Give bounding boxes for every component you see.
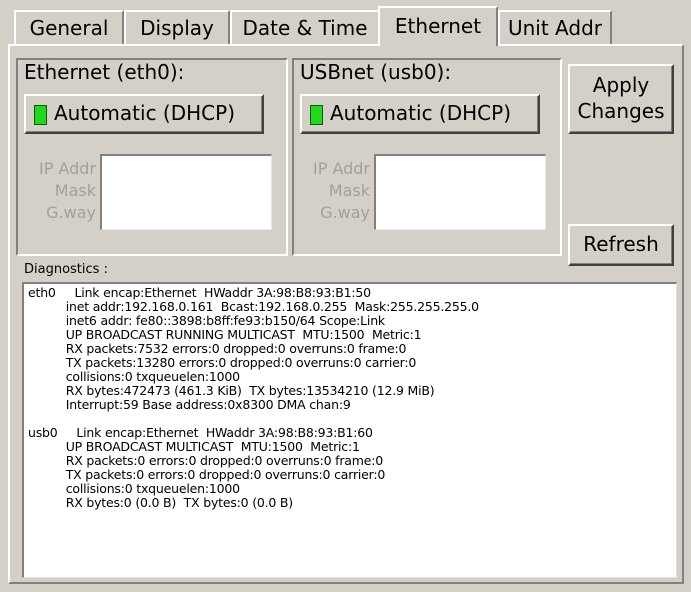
diag-line: RX bytes:0 (0.0 B) TX bytes:0 (0.0 B) — [28, 495, 293, 510]
diag-line: UP BROADCAST MULTICAST MTU:1500 Metric:1 — [28, 439, 360, 454]
eth0-group: Ethernet (eth0): Automatic (DHCP) IP Add… — [16, 58, 288, 256]
eth0-field-labels: IP Addr Mask G.way — [20, 158, 96, 224]
usb0-group-title: USBnet (usb0): — [300, 60, 452, 84]
tab-ethernet[interactable]: Ethernet — [378, 6, 498, 46]
diag-line: RX packets:0 errors:0 dropped:0 overruns… — [28, 453, 383, 468]
diag-line: TX packets:13280 errors:0 dropped:0 over… — [28, 355, 417, 370]
diag-line: collisions:0 txqueuelen:1000 — [28, 481, 240, 496]
diag-line: TX packets:0 errors:0 dropped:0 overruns… — [28, 467, 386, 482]
tab-display[interactable]: Display — [124, 10, 230, 44]
tab-unit-addr[interactable]: Unit Addr — [498, 10, 612, 44]
usb0-dhcp-button-label: Automatic (DHCP) — [330, 101, 511, 125]
usb0-ip-addr-label: IP Addr — [312, 159, 370, 178]
eth0-address-fields[interactable] — [100, 154, 272, 230]
diag-line: ​ — [28, 412, 672, 426]
diag-line: RX bytes:472473 (461.3 KiB) TX bytes:135… — [28, 383, 435, 398]
eth0-dhcp-button[interactable]: Automatic (DHCP) — [24, 94, 264, 134]
usb0-group: USBnet (usb0): Automatic (DHCP) IP Addr … — [292, 58, 562, 256]
apply-changes-label-line2: Changes — [577, 99, 665, 123]
eth0-group-title: Ethernet (eth0): — [24, 60, 185, 84]
diag-line: inet addr:192.168.0.161 Bcast:192.168.0.… — [28, 299, 479, 314]
usb0-dhcp-button[interactable]: Automatic (DHCP) — [300, 94, 540, 134]
eth0-status-led-icon — [34, 105, 47, 125]
diag-line: RX packets:7532 errors:0 dropped:0 overr… — [28, 341, 407, 356]
eth0-ip-addr-label: IP Addr — [38, 159, 96, 178]
tab-date-time[interactable]: Date & Time — [230, 10, 380, 44]
tab-general[interactable]: General — [14, 10, 124, 44]
diag-line: inet6 addr: fe80::3898:b8ff:fe93:b150/64… — [28, 313, 385, 328]
diag-line: usb0 Link encap:Ethernet HWaddr 3A:98:B8… — [28, 425, 373, 440]
diag-line: collisions:0 txqueuelen:1000 — [28, 369, 240, 384]
diagnostics-output[interactable]: eth0 Link encap:Ethernet HWaddr 3A:98:B8… — [22, 282, 677, 578]
apply-changes-label-line1: Apply — [592, 73, 650, 97]
diag-line: Interrupt:59 Base address:0x8300 DMA cha… — [28, 397, 351, 412]
eth0-dhcp-button-label: Automatic (DHCP) — [54, 101, 235, 125]
usb0-address-fields[interactable] — [374, 154, 546, 230]
apply-changes-button[interactable]: Apply Changes — [568, 64, 674, 134]
eth0-mask-label: Mask — [54, 181, 96, 200]
diag-line: UP BROADCAST RUNNING MULTICAST MTU:1500 … — [28, 327, 422, 342]
diag-line: eth0 Link encap:Ethernet HWaddr 3A:98:B8… — [28, 285, 371, 300]
eth0-gateway-label: G.way — [46, 203, 96, 222]
usb0-gateway-label: G.way — [320, 203, 370, 222]
refresh-button[interactable]: Refresh — [568, 224, 674, 266]
diagnostics-label: Diagnostics : — [24, 262, 108, 277]
usb0-status-led-icon — [310, 105, 323, 125]
usb0-field-labels: IP Addr Mask G.way — [294, 158, 370, 224]
usb0-mask-label: Mask — [328, 181, 370, 200]
ethernet-panel: Ethernet (eth0): Automatic (DHCP) IP Add… — [8, 44, 684, 584]
